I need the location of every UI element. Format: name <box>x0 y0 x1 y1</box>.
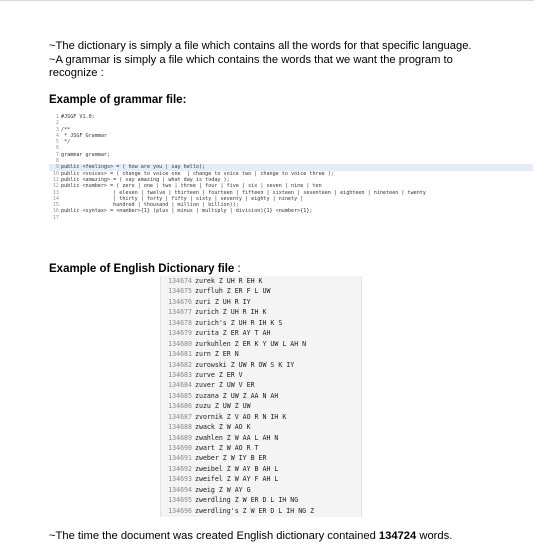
code-line-text: grammar grammar; <box>61 151 111 158</box>
dictionary-entry: zurkuhlen Z ER K Y UW L AH N <box>195 339 307 348</box>
code-line: 17 <box>49 215 533 221</box>
dictionary-row: 134678 zurich's Z UH R IH K S <box>161 318 361 328</box>
dictionary-entry: zvornik Z V AO R N IH K <box>195 412 287 421</box>
dictionary-entry: zweibel Z W AY B AH L <box>195 464 279 473</box>
dictionary-row: 134683 zurve Z ER V <box>161 370 361 380</box>
dictionary-entry: zurich's Z UH R IH K S <box>195 318 283 327</box>
dictionary-row: 134674 zurek Z UH R EH K <box>161 276 361 286</box>
dictionary-entry: zwart Z W AO R T <box>195 444 259 452</box>
grammar-heading-text: Example of grammar file: <box>49 94 187 106</box>
dictionary-index: 134681 <box>168 350 192 359</box>
dictionary-entry: zurita Z ER AY T AH <box>195 329 271 338</box>
dictionary-index: 134687 <box>168 412 192 421</box>
dictionary-index: 134676 <box>168 297 192 306</box>
dictionary-row: 134677 zurich Z UH R IH K <box>161 307 361 317</box>
dictionary-index: 134675 <box>168 287 192 296</box>
dictionary-heading-text: Example of English Dictionary file <box>49 263 235 275</box>
dictionary-index: 134685 <box>168 391 192 400</box>
code-line-text: public <voices> = ( change to voice one … <box>61 170 334 177</box>
code-line-text: public <syntax> = <number>{1} (plus | mi… <box>61 208 313 215</box>
dictionary-row: 134676 zuri Z UH R IY <box>161 297 361 307</box>
dictionary-entry: zwerdling's Z W ER D L IH NG Z <box>195 506 315 515</box>
footer-after: words. <box>416 530 453 542</box>
dictionary-row: 134680 zurkuhlen Z ER K Y UW L AH N <box>161 339 361 349</box>
dictionary-entry: zurfluh Z ER F L UW <box>195 287 271 296</box>
code-line-text: #JSGF V1.0; <box>61 114 95 120</box>
dictionary-entry: zwahlen Z W AA L AH N <box>195 433 279 442</box>
dictionary-index: 134696 <box>168 506 192 515</box>
dictionary-row: 134682 zurowski Z UW R OW S K IY <box>161 360 361 370</box>
dictionary-index: 134686 <box>168 402 192 411</box>
dictionary-index: 134690 <box>168 444 192 452</box>
dictionary-row: 134681 zurn Z ER N <box>161 349 361 359</box>
dictionary-index: 134680 <box>168 339 192 348</box>
dictionary-entry: zurowski Z UW R OW S K IY <box>195 360 295 369</box>
dictionary-entry: zuzu Z UW Z UW <box>195 402 251 411</box>
dictionary-index: 134693 <box>168 475 192 484</box>
code-line-text: /** <box>61 126 71 133</box>
grammar-code-block: 1 #JSGF V1.0; 2 3/** 4 * JSGF Grammar 5 */6 7 g… <box>49 114 533 250</box>
footer-before: ~The time the document was created Engli… <box>49 530 379 542</box>
dictionary-index: 134674 <box>168 277 192 285</box>
dictionary-row: 134686 zuzu Z UW Z UW <box>161 401 361 411</box>
dictionary-index: 134689 <box>168 433 192 442</box>
dictionary-row: 134692 zweibel Z W AY B AH L <box>161 464 361 474</box>
code-line-number: 17 <box>52 214 59 221</box>
dictionary-index: 134677 <box>168 308 192 317</box>
dictionary-index: 134691 <box>168 454 192 463</box>
code-line-text: | thirty | forty | fifty | sixty | seven… <box>61 195 304 202</box>
dictionary-entry: zweber Z W IY B ER <box>195 454 267 463</box>
dictionary-row: 134675 zurfluh Z ER F L UW <box>161 286 361 296</box>
dictionary-row: 134679 zurita Z ER AY T AH <box>161 328 361 338</box>
code-line-text: | eleven | twelve | thirteen | fourteen … <box>61 189 426 196</box>
dictionary-heading-colon: : <box>237 263 241 275</box>
dictionary-entry: zwack Z W AO K <box>195 423 251 432</box>
dictionary-entry: zurve Z ER V <box>195 370 243 379</box>
dictionary-row: 134690 zwart Z W AO R T <box>161 443 361 453</box>
dictionary-entry: zweig Z W AY G <box>195 485 251 494</box>
dictionary-row: 134694 zweig Z W AY G <box>161 485 361 495</box>
dictionary-index: 134695 <box>168 496 192 505</box>
footer-word-count: 134724 <box>378 530 417 542</box>
dictionary-heading: Example of English Dictionary file : <box>49 263 241 275</box>
dictionary-entry: zuzana Z UW Z AA N AH <box>195 391 279 400</box>
dictionary-index: 134684 <box>168 381 192 390</box>
dictionary-row: 134691 zweber Z W IY B ER <box>161 453 361 463</box>
dictionary-index: 134683 <box>168 370 192 379</box>
dictionary-row: 134695 zwerdling Z W ER D L IH NG <box>161 495 361 505</box>
dictionary-index: 134682 <box>168 360 192 369</box>
dictionary-block: 134674 zurek Z UH R EH K 134675 zurfluh Z E… <box>160 276 362 517</box>
code-line-text: public <feelings> = ( how are you | say … <box>61 164 206 171</box>
dictionary-row: 134688 zwack Z W AO K <box>161 422 361 432</box>
intro-line-1: ~The dictionary is simply a file which c… <box>49 40 472 52</box>
dictionary-row: 134684 zuver Z UW V ER <box>161 380 361 390</box>
dictionary-index: 134694 <box>168 485 192 494</box>
code-line-text: */ <box>61 139 71 146</box>
intro-line-3: recognize : <box>49 67 104 79</box>
grammar-heading: Example of grammar file: <box>49 94 186 106</box>
intro-line-2: ~A grammar is simply a file which contai… <box>49 53 453 66</box>
dictionary-index: 134688 <box>168 423 192 432</box>
dictionary-row: 134696 zwerdling's Z W ER D L IH NG Z <box>161 506 361 516</box>
code-line-text: * JSGF Grammar <box>61 132 108 139</box>
code-line-text: public <amazing> = ( say amazing | what … <box>61 176 230 183</box>
dictionary-index: 134678 <box>168 318 192 327</box>
dictionary-entry: zwerdling Z W ER D L IH NG <box>195 496 299 505</box>
footer-text: ~The time the document was created Engli… <box>49 530 452 542</box>
code-line-text: hundred | thousand | million | billion))… <box>61 202 239 209</box>
dictionary-index: 134679 <box>168 329 192 338</box>
dictionary-entry: zurn Z ER N <box>195 350 239 359</box>
dictionary-entry: zuri Z UH R IY <box>195 297 251 306</box>
dictionary-entry: zurek Z UH R EH K <box>195 277 263 285</box>
dictionary-row: 134685 zuzana Z UW Z AA N AH <box>161 391 361 401</box>
dictionary-row: 134693 zweifel Z W AY F AH L <box>161 474 361 484</box>
dictionary-index: 134692 <box>168 464 192 473</box>
dictionary-entry: zweifel Z W AY F AH L <box>195 475 279 484</box>
code-line-text: public <number> = ( zero | one | two | t… <box>61 183 322 190</box>
dictionary-row: 134687 zvornik Z V AO R N IH K <box>161 412 361 422</box>
dictionary-entry: zuver Z UW V ER <box>195 381 255 390</box>
intro-text: ~The dictionary is simply a file which c… <box>49 40 519 81</box>
dictionary-entry: zurich Z UH R IH K <box>195 308 267 317</box>
dictionary-row: 134689 zwahlen Z W AA L AH N <box>161 433 361 443</box>
